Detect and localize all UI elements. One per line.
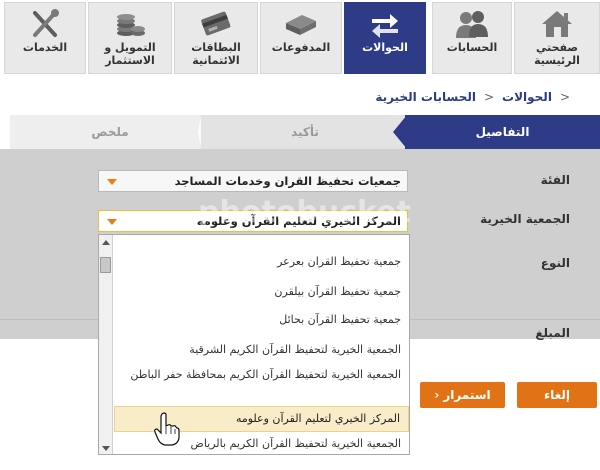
nav-label-home: صفحتي الرئيسية	[534, 41, 580, 67]
payments-icon	[286, 15, 316, 35]
charity-dropdown-list[interactable]: جمعية تحفيظ القران بعرعر جمعية تحفيظ الق…	[98, 234, 410, 455]
nav-label-transfers: الحوالات	[362, 41, 408, 54]
top-navigation: صفحتي الرئيسية الحسابات الحوالات المدفوع…	[0, 0, 600, 78]
step-divider	[198, 115, 201, 149]
charity-label: الجمعية الخيرية	[480, 212, 570, 226]
coins-icon	[117, 14, 145, 36]
step-chevron	[393, 115, 407, 149]
nav-item-services[interactable]: الخدمات	[4, 2, 86, 74]
scroll-up-icon[interactable]	[102, 240, 110, 245]
chevron-down-icon	[107, 179, 117, 185]
breadcrumb-transfers[interactable]: الحوالات	[502, 90, 552, 104]
dropdown-option[interactable]: الجمعية الخيرية لتحفيظ القرآن الكريم بمح…	[114, 368, 409, 402]
credit-card-icon	[201, 11, 231, 36]
category-select[interactable]: جمعيات تحفيظ القران وخدمات المساجد	[98, 170, 408, 192]
scroll-down-icon[interactable]	[102, 446, 110, 451]
breadcrumb-separator: <	[559, 90, 570, 104]
type-label: النوع	[540, 256, 570, 270]
dropdown-option[interactable]: جمعية تحفيظ القرآن بحائل	[114, 313, 409, 327]
nav-item-credit-cards[interactable]: البطاقات الائتمانية	[174, 2, 258, 74]
nav-item-transfers[interactable]: الحوالات	[344, 2, 426, 74]
scrollbar[interactable]	[99, 235, 113, 454]
breadcrumb-charity: الحسابات الخيرية	[375, 90, 476, 104]
step-bar: ملخص تأكيد التفاصيل	[10, 115, 600, 149]
nav-label-payments: المدفوعات	[271, 41, 331, 54]
continue-button[interactable]: استمرار ‹	[420, 382, 505, 408]
dropdown-option[interactable]: جمعية تحفيظ القران بعرعر	[114, 255, 409, 269]
transfer-icon	[372, 14, 398, 38]
amount-label: المبلغ	[535, 326, 570, 340]
charity-select[interactable]: المركز الخيري لتعليم القرآن وعلومه	[98, 210, 408, 232]
step-details: التفاصيل	[405, 115, 600, 149]
home-icon	[542, 11, 572, 37]
nav-label-credit-cards: البطاقات الائتمانية	[191, 41, 241, 67]
nav-label-services: الخدمات	[22, 41, 68, 54]
scrollbar-thumb[interactable]	[100, 257, 111, 273]
dropdown-option[interactable]: الجمعية الخيرية لتحفيظ القرآن الكريم الش…	[114, 343, 409, 357]
category-value: جمعيات تحفيظ القران وخدمات المساجد	[174, 174, 401, 188]
step-chevron	[200, 115, 212, 149]
hand-cursor-icon	[154, 412, 180, 446]
nav-item-accounts[interactable]: الحسابات	[432, 2, 512, 74]
dropdown-option[interactable]: جمعية تحفيظ القرآن بيلقرن	[114, 285, 409, 299]
users-icon	[456, 11, 488, 38]
tools-icon	[33, 9, 59, 37]
breadcrumb: < الحوالات < الحسابات الخيرية	[375, 90, 570, 104]
chevron-left-icon: ‹	[434, 388, 440, 402]
cancel-button[interactable]: إلغاء	[517, 382, 597, 408]
continue-label: استمرار	[443, 388, 491, 402]
nav-label-financing: التمويل و الاستثمار	[104, 41, 156, 67]
step-summary: ملخص	[10, 115, 210, 149]
charity-value: المركز الخيري لتعليم القرآن وعلومه	[196, 214, 401, 228]
nav-item-payments[interactable]: المدفوعات	[260, 2, 342, 74]
step-confirm: تأكيد	[200, 115, 410, 149]
breadcrumb-separator: <	[483, 90, 495, 104]
nav-item-home[interactable]: صفحتي الرئيسية	[514, 2, 600, 74]
category-label: الفئة	[540, 173, 570, 187]
nav-item-financing[interactable]: التمويل و الاستثمار	[88, 2, 172, 74]
chevron-down-icon	[107, 219, 117, 225]
nav-label-accounts: الحسابات	[446, 41, 498, 54]
